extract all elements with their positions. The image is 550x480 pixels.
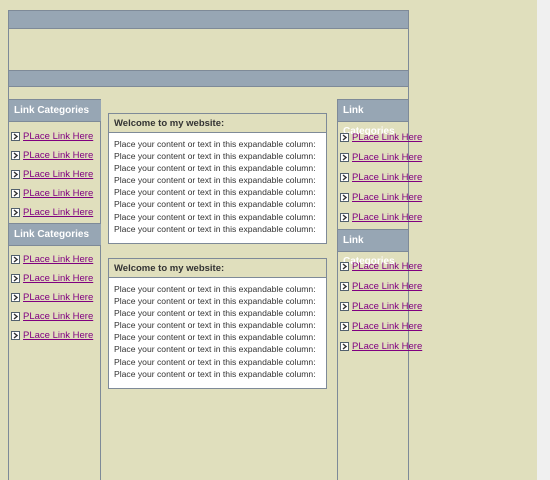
link[interactable]: PLace Link Here [352,281,422,292]
link[interactable]: PLace Link Here [352,212,422,223]
left-link-item[interactable]: PLace Link Here [11,252,93,266]
arrow-right-icon [340,321,349,331]
right-link-item[interactable]: PLace Link Here [340,210,422,224]
left-link-item[interactable]: PLace Link Here [11,148,93,162]
arrow-right-icon [11,311,20,321]
arrow-right-icon [11,207,20,217]
right-link-item[interactable]: PLace Link Here [340,279,422,293]
window-edge [537,0,550,480]
right-link-item[interactable]: PLace Link Here [340,339,422,353]
link[interactable]: PLace Link Here [352,132,422,143]
arrow-right-icon [340,341,349,351]
left-link-item[interactable]: PLace Link Here [11,129,93,143]
right-link-item[interactable]: PLace Link Here [340,319,422,333]
left-link-item[interactable]: PLace Link Here [11,328,93,342]
left-link-item[interactable]: PLace Link Here [11,186,93,200]
link[interactable]: PLace Link Here [23,311,93,322]
link[interactable]: PLace Link Here [23,188,93,199]
arrow-right-icon [340,152,349,162]
content-box: Welcome to my website: Place your conten… [108,258,327,389]
link[interactable]: PLace Link Here [352,172,422,183]
arrow-right-icon [11,131,20,141]
right-link-item[interactable]: PLace Link Here [340,150,422,164]
arrow-right-icon [340,281,349,291]
link[interactable]: PLace Link Here [23,207,93,218]
right-link-item[interactable]: PLace Link Here [340,299,422,313]
link[interactable]: PLace Link Here [23,254,93,265]
link[interactable]: PLace Link Here [23,273,93,284]
link[interactable]: PLace Link Here [23,330,93,341]
section-title: Link Categories [14,105,90,116]
arrow-right-icon [11,292,20,302]
right-link-item[interactable]: PLace Link Here [340,190,422,204]
left-link-item[interactable]: PLace Link Here [11,271,93,285]
link[interactable]: PLace Link Here [352,341,422,352]
left-sidebar-header-1: Link Categories [9,99,101,122]
arrow-right-icon [11,330,20,340]
section-title: Link Categories [14,229,90,240]
link[interactable]: PLace Link Here [352,301,422,312]
link[interactable]: PLace Link Here [352,152,422,163]
arrow-right-icon [340,172,349,182]
arrow-right-icon [340,212,349,222]
right-link-item[interactable]: PLace Link Here [340,130,422,144]
content-box-title: Welcome to my website: [109,114,326,133]
link[interactable]: PLace Link Here [352,321,422,332]
arrow-right-icon [11,150,20,160]
arrow-right-icon [11,169,20,179]
arrow-right-icon [11,273,20,283]
arrow-right-icon [340,261,349,271]
right-sidebar-header-1: Link Categories [338,99,408,137]
right-sidebar-header-2: Link Categories [338,229,408,267]
link[interactable]: PLace Link Here [23,150,93,161]
left-link-item[interactable]: PLace Link Here [11,167,93,181]
content-box-body: Place your content or text in this expan… [114,139,316,234]
content-box-body: Place your content or text in this expan… [114,284,316,379]
right-link-item[interactable]: PLace Link Here [340,170,422,184]
link[interactable]: PLace Link Here [352,261,422,272]
arrow-right-icon [340,192,349,202]
link[interactable]: PLace Link Here [23,169,93,180]
arrow-right-icon [340,301,349,311]
arrow-right-icon [340,132,349,142]
left-sidebar-header-2: Link Categories [9,223,101,246]
page-container: Link Categories PLace Link Here PLace Li… [8,10,422,480]
left-link-item[interactable]: PLace Link Here [11,309,93,323]
left-link-item[interactable]: PLace Link Here [11,205,93,219]
left-link-item[interactable]: PLace Link Here [11,290,93,304]
link[interactable]: PLace Link Here [23,292,93,303]
top-banner-bar [9,10,408,29]
link[interactable]: PLace Link Here [23,131,93,142]
link[interactable]: PLace Link Here [352,192,422,203]
navigation-bar [9,70,408,87]
right-link-item[interactable]: PLace Link Here [340,259,422,273]
content-box-title: Welcome to my website: [109,259,326,278]
arrow-right-icon [11,254,20,264]
right-column-divider [337,99,338,480]
arrow-right-icon [11,188,20,198]
left-column-divider [100,99,101,480]
content-box: Welcome to my website: Place your conten… [108,113,327,244]
